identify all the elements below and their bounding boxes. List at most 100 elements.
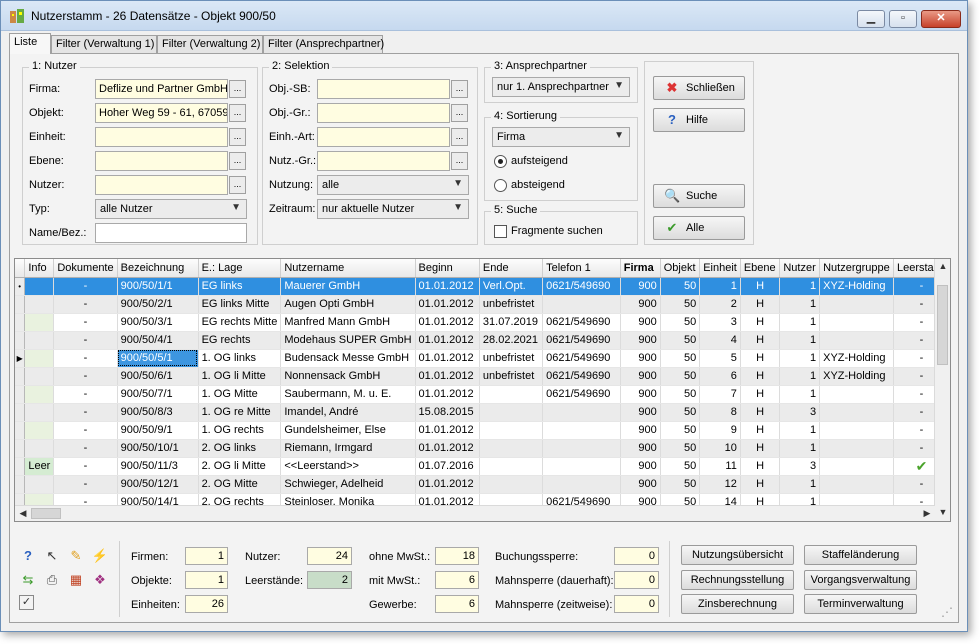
grid-header-bezeichnung[interactable]: Bezeichnung — [117, 259, 199, 278]
cell-gruppe[interactable]: XYZ-Holding — [819, 349, 894, 368]
cell-ebene[interactable]: H — [740, 295, 781, 314]
cell-ende[interactable] — [479, 457, 544, 476]
cell-name[interactable]: Manfred Mann GmbH — [280, 313, 416, 332]
cell-beginn[interactable]: 01.01.2012 — [415, 367, 480, 386]
cell-firma[interactable]: 900 — [620, 295, 661, 314]
grid-vscroll-thumb[interactable] — [937, 285, 948, 365]
cell-einheit[interactable]: 4 — [699, 331, 741, 350]
cell-nutzer[interactable]: 1 — [779, 421, 821, 440]
cell-einheit[interactable]: 5 — [699, 349, 741, 368]
cell-gruppe[interactable]: XYZ-Holding — [819, 277, 894, 296]
cell-lage[interactable]: 2. OG li Mitte — [198, 457, 282, 476]
close-window-button[interactable]: ✕ — [921, 10, 961, 28]
cell-doc[interactable]: - — [53, 331, 118, 350]
einhart-browse-button[interactable]: ... — [451, 128, 468, 146]
cell-lage[interactable]: 1. OG rechts — [198, 421, 282, 440]
cell-nutzer[interactable]: 1 — [779, 439, 821, 458]
row-indicator[interactable] — [15, 385, 26, 404]
cell-ebene[interactable]: H — [740, 439, 781, 458]
zinsberechnung-button[interactable]: Zinsberechnung — [681, 594, 794, 614]
lightning-tool-icon[interactable]: ⚡ — [91, 547, 109, 565]
objekt-field[interactable]: Hoher Weg 59 - 61, 67059 — [95, 103, 228, 123]
cell-ebene[interactable]: H — [740, 277, 781, 296]
report-tool-icon[interactable]: ▦ — [67, 571, 85, 589]
cell-name[interactable]: Budensack Messe GmbH — [280, 349, 416, 368]
cell-firma[interactable]: 900 — [620, 403, 661, 422]
cell-ende[interactable]: unbefristet — [479, 367, 544, 386]
row-indicator[interactable] — [15, 457, 26, 476]
cell-doc[interactable]: - — [53, 385, 118, 404]
tab-filter-verwaltung-1[interactable]: Filter (Verwaltung 1) — [51, 35, 157, 53]
hilfe-button[interactable]: ? Hilfe — [653, 108, 745, 132]
cell-info[interactable] — [24, 403, 55, 422]
cell-bez[interactable]: 900/50/8/3 — [117, 403, 199, 422]
cell-lage[interactable]: 1. OG li Mitte — [198, 367, 282, 386]
grid-hscroll-thumb[interactable] — [31, 508, 61, 519]
cell-firma[interactable]: 900 — [620, 385, 661, 404]
cell-gruppe[interactable] — [819, 457, 894, 476]
table-row[interactable]: -900/50/6/1 1. OG li Mitte Nonnensack GmbH… — [15, 367, 950, 386]
nutzer-field[interactable] — [95, 175, 228, 195]
cell-gruppe[interactable] — [819, 403, 894, 422]
cell-bez[interactable]: 900/50/12/1 — [117, 475, 199, 494]
cell-objekt[interactable]: 50 — [660, 349, 701, 368]
cell-name[interactable]: Mauerer GmbH — [280, 277, 416, 296]
cell-name[interactable]: Imandel, André — [280, 403, 416, 422]
cell-objekt[interactable]: 50 — [660, 475, 701, 494]
cell-beginn[interactable]: 01.01.2012 — [415, 385, 480, 404]
cell-bez[interactable]: 900/50/1/1 — [117, 277, 199, 296]
cell-firma[interactable]: 900 — [620, 439, 661, 458]
alle-button[interactable]: ✔ Alle — [653, 216, 745, 240]
cell-beginn[interactable]: 01.01.2012 — [415, 313, 480, 332]
cell-ende[interactable] — [479, 403, 544, 422]
cell-gruppe[interactable] — [819, 421, 894, 440]
cell-beginn[interactable]: 01.01.2012 — [415, 295, 480, 314]
objsb-field[interactable] — [317, 79, 450, 99]
grid-header-telefon-1[interactable]: Telefon 1 — [542, 259, 621, 278]
checkbox-tool-icon[interactable]: ✓ — [19, 595, 34, 610]
cell-doc[interactable]: - — [53, 457, 118, 476]
cell-tel[interactable]: 0621/549690 — [542, 349, 621, 368]
cell-lage[interactable]: 1. OG Mitte — [198, 385, 282, 404]
cell-ebene[interactable]: H — [740, 349, 781, 368]
cell-tel[interactable]: 0621/549690 — [542, 331, 621, 350]
fragmente-checkbox[interactable] — [494, 225, 507, 238]
cell-tel[interactable]: 0621/549690 — [542, 385, 621, 404]
cell-firma[interactable]: 900 — [620, 277, 661, 296]
cell-tel[interactable] — [542, 475, 621, 494]
cell-name[interactable]: Schwieger, Adelheid — [280, 475, 416, 494]
cell-info[interactable] — [24, 295, 55, 314]
grid-vertical-scrollbar[interactable]: ▲ ▼ — [934, 259, 950, 521]
cell-gruppe[interactable] — [819, 313, 894, 332]
cell-doc[interactable]: - — [53, 277, 118, 296]
row-indicator[interactable] — [15, 421, 26, 440]
cell-beginn[interactable]: 01.01.2012 — [415, 475, 480, 494]
cell-firma[interactable]: 900 — [620, 475, 661, 494]
cell-doc[interactable]: - — [53, 403, 118, 422]
row-indicator[interactable]: ▶ — [15, 349, 26, 368]
cell-bez[interactable]: 900/50/11/3 — [117, 457, 199, 476]
cell-nutzer[interactable]: 1 — [779, 313, 821, 332]
cell-einheit[interactable]: 11 — [699, 457, 741, 476]
cell-name[interactable]: Gundelsheimer, Else — [280, 421, 416, 440]
table-row[interactable]: ▶ -900/50/5/1 1. OG links Budensack Messe G… — [15, 349, 950, 368]
grid-header-beginn[interactable]: Beginn — [415, 259, 480, 278]
cell-ende[interactable] — [479, 475, 544, 494]
cell-lage[interactable]: 2. OG Mitte — [198, 475, 282, 494]
cell-nutzer[interactable]: 3 — [779, 457, 821, 476]
cell-firma[interactable]: 900 — [620, 331, 661, 350]
cell-nutzer[interactable]: 1 — [779, 475, 821, 494]
grid-header-objekt[interactable]: Objekt — [660, 259, 701, 278]
cell-bez[interactable]: 900/50/2/1 — [117, 295, 199, 314]
cell-einheit[interactable]: 10 — [699, 439, 741, 458]
table-row[interactable]: -900/50/7/1 1. OG Mitte Saubermann, M. u. … — [15, 385, 950, 404]
cell-gruppe[interactable] — [819, 439, 894, 458]
cell-objekt[interactable]: 50 — [660, 439, 701, 458]
grid-header-info[interactable]: Info — [24, 259, 55, 278]
cell-ende[interactable]: unbefristet — [479, 349, 544, 368]
cell-ebene[interactable]: H — [740, 367, 781, 386]
cell-gruppe[interactable] — [819, 331, 894, 350]
absteigend-radio[interactable] — [494, 179, 507, 192]
group-tool-icon[interactable]: ❖ — [91, 571, 109, 589]
cell-bez[interactable]: 900/50/6/1 — [117, 367, 199, 386]
